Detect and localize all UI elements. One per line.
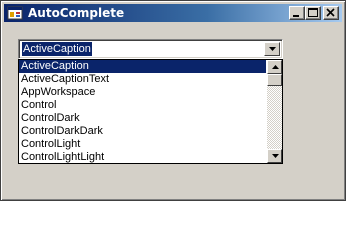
list-item[interactable]: ControlDarkDark — [19, 125, 266, 138]
scroll-down-button[interactable] — [267, 149, 282, 163]
list-item[interactable]: Control — [19, 99, 266, 112]
maximize-button[interactable] — [305, 6, 321, 20]
minimize-icon — [293, 15, 299, 17]
dropdown-list[interactable]: ActiveCaption ActiveCaptionText AppWorkspa… — [18, 59, 283, 164]
vertical-scrollbar[interactable] — [267, 60, 282, 163]
chevron-down-icon — [269, 47, 276, 51]
close-icon — [326, 8, 335, 17]
list-item[interactable]: ControlDark — [19, 112, 266, 125]
window-title: AutoComplete — [28, 6, 125, 20]
autocomplete-window: AutoComplete ActiveCaption ActiveCaption… — [0, 0, 346, 201]
close-button[interactable] — [323, 6, 339, 20]
scroll-thumb[interactable] — [267, 74, 282, 86]
list-item[interactable]: ControlLightLight — [19, 151, 266, 163]
minimize-button[interactable] — [289, 6, 305, 20]
autocomplete-combobox[interactable]: ActiveCaption — [18, 39, 283, 59]
maximize-icon — [308, 8, 318, 17]
app-form-icon[interactable] — [7, 5, 23, 21]
list-item[interactable]: ActiveCaptionText — [19, 73, 266, 86]
title-bar[interactable]: AutoComplete — [4, 4, 342, 22]
combobox-value[interactable]: ActiveCaption — [22, 42, 92, 56]
combobox-dropdown-button[interactable] — [264, 42, 280, 56]
arrow-up-icon — [272, 65, 279, 69]
scroll-up-button[interactable] — [267, 60, 282, 74]
dropdown-items: ActiveCaption ActiveCaptionText AppWorkspa… — [19, 60, 266, 163]
arrow-down-icon — [272, 154, 279, 158]
list-item[interactable]: AppWorkspace — [19, 86, 266, 99]
list-item[interactable]: ActiveCaption — [19, 60, 266, 73]
list-item[interactable]: ControlLight — [19, 138, 266, 151]
